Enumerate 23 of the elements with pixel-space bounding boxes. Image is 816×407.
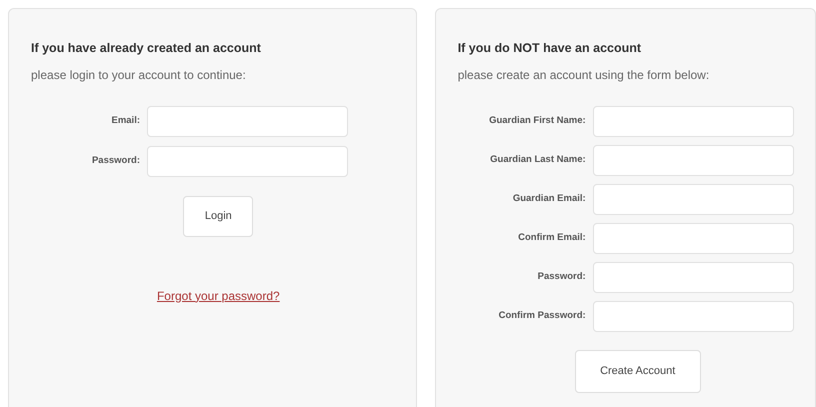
input-field[interactable] — [592, 300, 794, 332]
field-label: Guardian Email: — [512, 192, 586, 206]
field-label: Password: — [536, 270, 586, 284]
input-field[interactable] — [592, 106, 794, 137]
forgot-password-link[interactable]: Forgot your password? — [156, 286, 280, 305]
field-label: Password: — [90, 154, 140, 168]
input-field[interactable] — [592, 144, 794, 176]
field-label: Guardian Last Name: — [489, 153, 586, 168]
input-field[interactable] — [592, 262, 794, 293]
panel-heading: If you have already created an account — [31, 40, 262, 57]
panel-subtitle: please create an account using the form below: — [458, 66, 710, 84]
field-label: Confirm Password: — [498, 309, 586, 324]
input-field[interactable] — [147, 146, 348, 177]
input-field[interactable] — [592, 184, 794, 215]
login-button[interactable]: Login — [183, 196, 254, 237]
input-field[interactable] — [592, 222, 794, 254]
field-label: Email: — [110, 114, 140, 128]
field-label: Confirm Email: — [517, 231, 586, 246]
input-field[interactable] — [147, 106, 348, 137]
field-label: Guardian First Name: — [488, 114, 586, 128]
create-account-button[interactable]: Create Account — [574, 350, 701, 393]
panel-subtitle: please login to your account to continue: — [31, 66, 247, 84]
panel-heading: If you do NOT have an account — [458, 40, 642, 57]
